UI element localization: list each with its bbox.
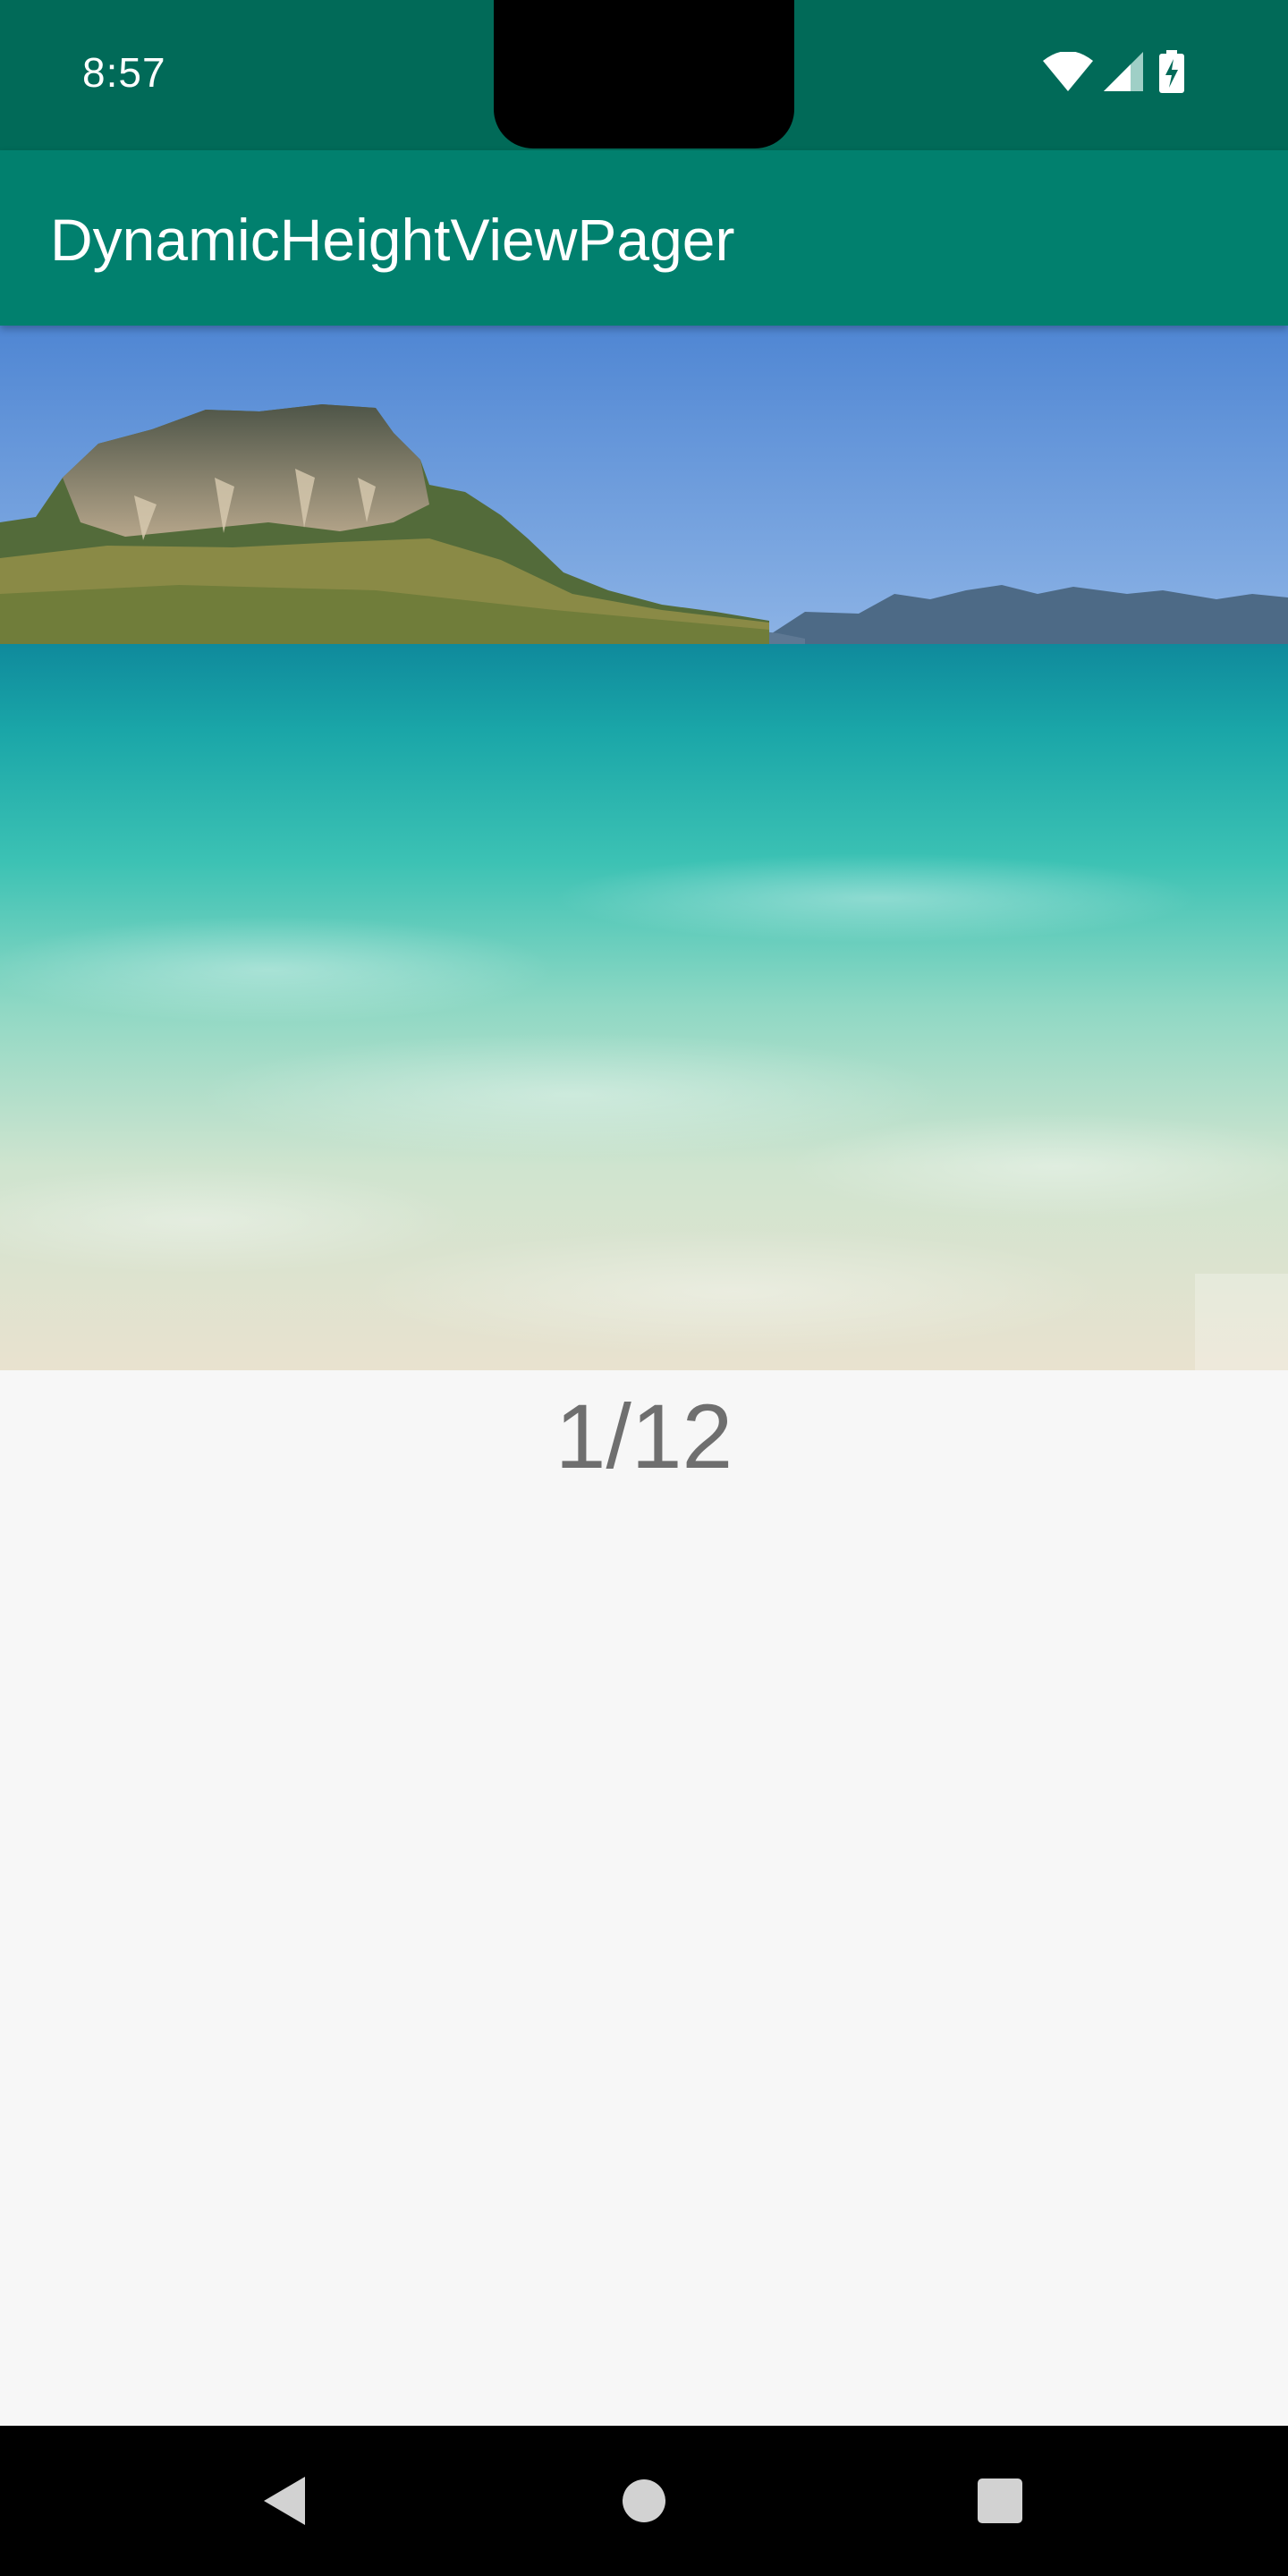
beach-photo [0, 326, 1288, 1370]
status-bar: 8:57 [0, 0, 1288, 150]
page-counter: 1/12 [555, 1385, 733, 1487]
home-button[interactable] [572, 2426, 716, 2576]
app-title: DynamicHeightViewPager [50, 207, 735, 273]
wifi-icon [1043, 52, 1093, 91]
back-button[interactable] [213, 2426, 356, 2576]
app-bar: DynamicHeightViewPager [0, 150, 1288, 326]
view-pager[interactable] [0, 326, 1288, 1370]
battery-charging-icon [1159, 50, 1184, 93]
navigation-bar [0, 2426, 1288, 2576]
back-icon [264, 2477, 305, 2525]
recents-button[interactable] [928, 2426, 1072, 2576]
status-icons [1043, 50, 1213, 98]
home-icon [623, 2479, 665, 2522]
status-time: 8:57 [82, 49, 166, 96]
recents-icon [978, 2479, 1022, 2523]
display-notch [494, 0, 794, 148]
cellular-signal-icon [1104, 52, 1143, 91]
screen: 8:57 DynamicHeightViewPager 1/12 [0, 0, 1288, 2576]
